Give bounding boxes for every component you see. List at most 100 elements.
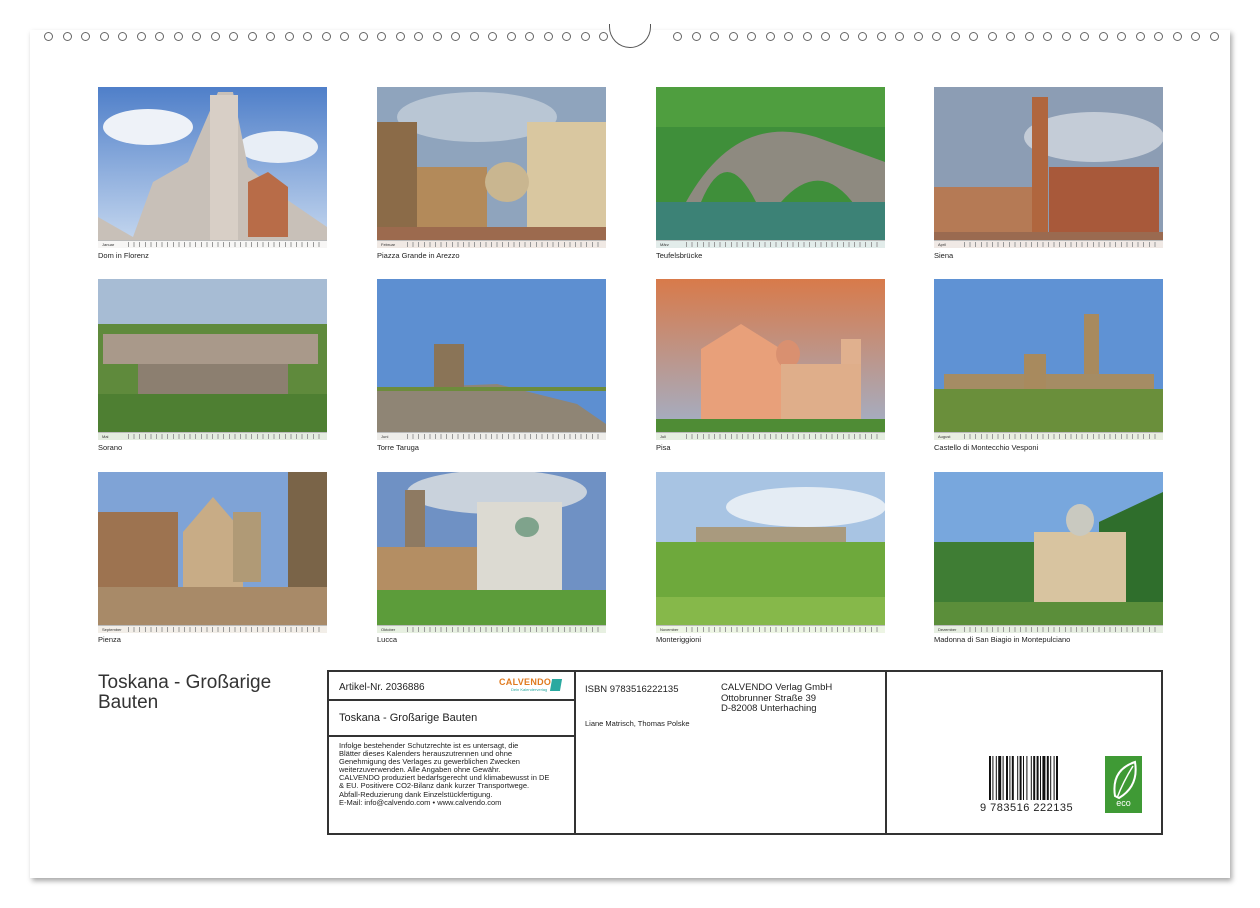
- binding-ring: [210, 32, 220, 41]
- month-label: März: [660, 242, 669, 247]
- barcode-bar: [989, 756, 991, 800]
- binding-ring: [488, 32, 497, 41]
- binding-ring: [932, 32, 941, 41]
- month-label: September: [102, 627, 122, 632]
- product-title: Toskana - Großarige Bauten: [339, 712, 478, 724]
- binding-ring: [377, 32, 386, 41]
- barcode-bar: [1030, 756, 1032, 800]
- barcode-bar: [1002, 756, 1004, 800]
- legal-notice: Infolge bestehender Schutzrechte ist es …: [339, 741, 571, 807]
- binding-ring: [691, 32, 701, 41]
- binding-ring: [395, 32, 405, 41]
- barcode-bar: [1023, 756, 1024, 800]
- binding-ring: [44, 32, 53, 41]
- barcode-bar: [1009, 756, 1011, 800]
- month-label: Juni: [381, 434, 389, 439]
- barcode-bar: [998, 756, 1002, 800]
- photo-caption: Lucca: [377, 635, 398, 644]
- barcode-bar: [1046, 756, 1049, 800]
- divider: [329, 735, 574, 737]
- binding-ring: [1043, 32, 1052, 41]
- binding-ring: [99, 32, 109, 41]
- month-label: Februar: [381, 242, 396, 247]
- calvendo-logo: CALVENDO Dein Kalenderverlag: [499, 677, 569, 695]
- photo-august: August: [934, 279, 1163, 440]
- binding-ring: [414, 32, 423, 41]
- calendar-title-line2: Bauten: [98, 692, 159, 713]
- binding-ring: [876, 32, 886, 41]
- barcode-digits: 9 783516 222135: [980, 802, 1074, 814]
- binding-ring: [451, 32, 460, 41]
- photo-november: November: [656, 472, 885, 633]
- month-label: Dezember: [938, 627, 957, 632]
- binding-ring: [543, 32, 553, 41]
- binding-ring: [247, 32, 257, 41]
- binding-ring: [1080, 32, 1089, 41]
- binding-ring: [266, 32, 275, 41]
- article-number: Artikel-Nr. 2036886: [339, 682, 425, 693]
- binding-ring: [525, 32, 534, 41]
- photo-caption: Siena: [934, 251, 954, 260]
- binding-ring: [136, 32, 146, 41]
- binding-ring: [1006, 32, 1015, 41]
- barcode-bar: [1042, 756, 1046, 800]
- product-info-box: Artikel-Nr. 2036886 CALVENDO Dein Kalend…: [327, 670, 1163, 835]
- binding-ring: [821, 32, 830, 41]
- photo-caption: Pienza: [98, 635, 121, 644]
- binding-ring: [913, 32, 923, 41]
- binding-ring: [118, 32, 127, 41]
- binding-ring: [229, 32, 238, 41]
- barcode-bar: [1050, 756, 1052, 800]
- binding-ring: [1154, 32, 1163, 41]
- photo-march: März: [656, 87, 885, 248]
- barcode-bar: [1056, 756, 1058, 800]
- binding-ring: [1135, 32, 1145, 41]
- binding-ring: [599, 32, 608, 41]
- binding-ring: [284, 32, 294, 41]
- binding-ring: [710, 32, 719, 41]
- binding-ring: [321, 32, 331, 41]
- photo-caption: Sorano: [98, 443, 123, 452]
- binding-ring: [950, 32, 960, 41]
- logo-subtext: Dein Kalenderverlag: [511, 687, 548, 692]
- binding-ring: [81, 32, 90, 41]
- barcode: [989, 756, 1058, 800]
- photo-september: September: [98, 472, 327, 633]
- calendar-title-line1: Toskana - Großarige: [98, 672, 272, 693]
- binding-ring: [728, 32, 738, 41]
- binding-ring: [802, 32, 812, 41]
- photo-may: Mai: [98, 279, 327, 440]
- photo-caption: Castello di Montecchio Vesponi: [934, 443, 1039, 452]
- barcode-bar: [1017, 756, 1019, 800]
- photo-april: April: [934, 87, 1163, 248]
- eco-badge: eco: [1105, 756, 1142, 813]
- legal-line: E-Mail: info@calvendo.com • www.calvendo…: [339, 797, 502, 807]
- binding-ring: [1191, 32, 1200, 41]
- divider: [574, 672, 576, 833]
- publisher-address: CALVENDO Verlag GmbH Ottobrunner Straße …: [721, 682, 832, 715]
- photo-february: Februar: [377, 87, 606, 248]
- binding-ring: [173, 32, 183, 41]
- barcode-bar: [1019, 756, 1022, 800]
- photo-caption: Dom in Florenz: [98, 251, 149, 260]
- binding-ring: [969, 32, 978, 41]
- photo-january: Januar: [98, 87, 327, 248]
- photo-caption: Piazza Grande in Arezzo: [377, 251, 460, 260]
- photo-caption: Pisa: [656, 443, 671, 452]
- binding-ring: [155, 32, 164, 41]
- photo-december: Dezember: [934, 472, 1163, 633]
- logo-text: CALVENDO: [499, 677, 552, 687]
- photo-july: Juli: [656, 279, 885, 440]
- binding-ring: [303, 32, 312, 41]
- binding-ring: [673, 32, 682, 41]
- binding-ring: [340, 32, 349, 41]
- month-label: Oktober: [381, 627, 396, 632]
- binding-ring: [62, 32, 72, 41]
- binding-ring: [895, 32, 904, 41]
- month-label: August: [938, 434, 951, 439]
- calendar-title: Toskana - Großarige Bauten: [98, 673, 271, 713]
- photo-caption: Monteriggioni: [656, 635, 702, 644]
- photo-caption: Torre Taruga: [377, 443, 419, 452]
- authors: Liane Matrisch, Thomas Polske: [585, 719, 690, 728]
- binding-ring: [562, 32, 571, 41]
